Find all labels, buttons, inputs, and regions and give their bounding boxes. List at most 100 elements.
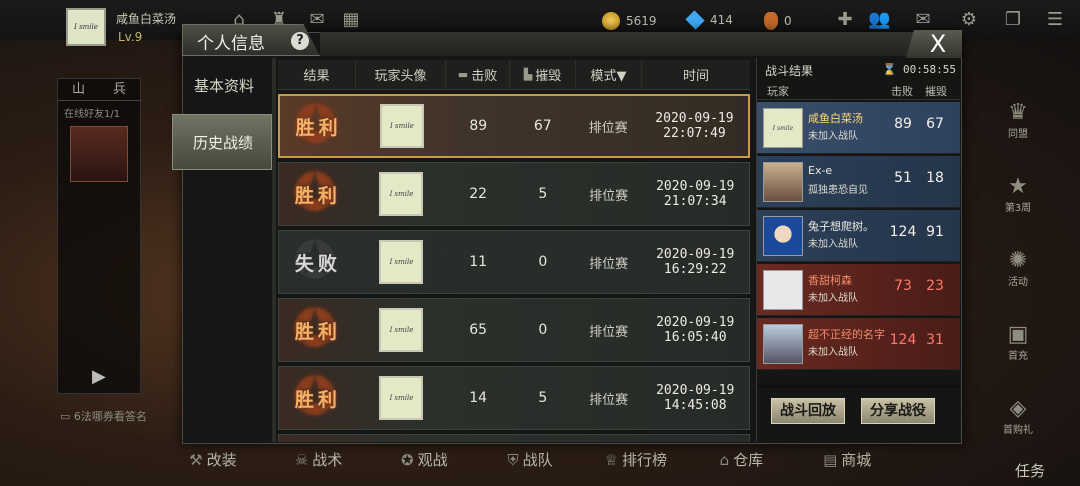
player-row[interactable]: Ex-e 孤独患恐自见 51 18	[757, 156, 960, 208]
gear-icon[interactable]: ⚙	[958, 10, 980, 30]
history-row[interactable]: ✪ 失败 I smile 11 0 排位赛 2020-09-19 16:29:22	[278, 230, 750, 294]
player-name: 咸鱼白菜汤	[808, 112, 863, 125]
result-text: 失败	[294, 252, 341, 275]
nav-label: 战术	[312, 451, 343, 469]
player-kills: 51	[894, 170, 912, 186]
share-button[interactable]: 分享战役	[861, 398, 935, 424]
history-row[interactable]: ✪ 胜利 I smile 89 67 排位赛 2020-09-19 22:07:49	[278, 94, 750, 158]
date-text: 2020-09-19	[656, 383, 735, 398]
history-row[interactable]: ✪ 胜利 I smile 22 5 排位赛 2020-09-19 21:07:34	[278, 162, 750, 226]
close-button[interactable]: X	[906, 30, 962, 58]
left-tab-2[interactable]: 兵	[99, 79, 140, 100]
destroy-value: 67	[533, 118, 552, 134]
player-team: 孤独患恐自见	[808, 185, 868, 196]
player-level: Lv.9	[118, 30, 143, 44]
date-text: 2020-09-19	[656, 315, 735, 330]
shield-icon: ⛨	[507, 451, 519, 469]
gift-icon[interactable]: ✉	[306, 10, 328, 30]
diamond-value: 414	[710, 13, 733, 27]
result-text: 胜利	[294, 320, 341, 343]
skull-icon: ☠	[294, 451, 309, 469]
history-table-header: 结果 玩家头像 ▬ 击败 ▙ 摧毁 模式▼ 时间	[278, 60, 750, 90]
kills-value: 89	[469, 118, 488, 134]
shop-icon: ▤	[823, 451, 838, 469]
chat-preview[interactable]: ▭ 6法哪券看答名	[60, 408, 147, 424]
plus-icon[interactable]: ✚	[834, 10, 856, 30]
date-text: 2020-09-19	[656, 247, 735, 262]
player-team: 未加入战队	[808, 293, 858, 304]
player-kills: 73	[894, 278, 912, 294]
nav-modify[interactable]: ⚒ 改装	[160, 442, 266, 478]
book-icon[interactable]: ❐	[1002, 10, 1024, 30]
avatar-cell: I smile	[357, 240, 447, 284]
player-name: 咸鱼白菜汤	[116, 12, 177, 26]
nav-shop[interactable]: ▤ 商城	[794, 442, 900, 478]
nav-spectate[interactable]: ✪ 观战	[371, 442, 477, 478]
col-kills-label: 击败	[471, 69, 498, 84]
player-kills: 124	[889, 332, 917, 348]
right-item-alliance[interactable]: ♛ 同盟	[968, 100, 1068, 166]
nav-label: 排行榜	[621, 451, 667, 469]
tab-basic-info[interactable]: 基本资料	[188, 58, 272, 114]
right-item-label: 第3周	[1004, 203, 1032, 214]
player-row[interactable]: I smile 咸鱼白菜汤 未加入战队 89 67	[757, 102, 960, 154]
coin-counter: 5619	[602, 12, 657, 30]
menu-icon[interactable]: ☰	[1044, 10, 1066, 30]
col-destroy: 摧毁	[925, 85, 947, 98]
player-row[interactable]: 香甜柯森 未加入战队 73 23	[757, 264, 960, 316]
time-value: 2020-09-19 14:45:08	[641, 383, 749, 413]
player-team: 未加入战队	[808, 131, 858, 142]
history-row[interactable]: ✪ 胜利 I smile 65 0 排位赛 2020-09-19 16:05:40	[278, 298, 750, 362]
task-button[interactable]: 任务	[1015, 460, 1045, 481]
hourglass-icon: ⌛	[882, 63, 897, 76]
grid-icon[interactable]: ▦	[340, 10, 362, 30]
right-item-events[interactable]: ✺ 活动	[968, 248, 1068, 314]
play-arrow-icon[interactable]: ▶	[92, 366, 106, 387]
player-kills: 124	[889, 224, 917, 240]
player-avatar-thumb: I smile	[379, 104, 424, 148]
col-player: 玩家	[767, 85, 789, 98]
col-time: 时间	[682, 69, 709, 84]
friends-icon[interactable]: 👥	[868, 10, 890, 30]
player-avatar	[763, 270, 803, 310]
right-item-gift[interactable]: ◈ 首购礼	[968, 396, 1068, 462]
nav-warehouse[interactable]: ⌂ 仓库	[689, 442, 795, 478]
time-value: 2020-09-19 22:07:49	[641, 111, 748, 141]
right-item-week[interactable]: ★ 第3周	[968, 174, 1068, 240]
medal-counter: 0	[764, 12, 792, 30]
nav-label: 仓库	[733, 451, 764, 469]
mail-icon[interactable]: ✉	[912, 10, 934, 30]
kills-value: 22	[469, 186, 488, 202]
friend-card[interactable]	[70, 126, 128, 182]
player-avatar	[763, 216, 803, 256]
nav-tactics[interactable]: ☠ 战术	[266, 442, 372, 478]
player-row[interactable]: 兔子想爬树。 未加入战队 124 91	[757, 210, 960, 262]
help-icon[interactable]: ?	[291, 32, 309, 50]
alliance-icon: ♛	[1008, 100, 1028, 125]
medal-icon	[764, 12, 778, 30]
col-destroy-label: 摧毁	[535, 69, 562, 84]
replay-button[interactable]: 战斗回放	[771, 398, 845, 424]
player-name: 香甜柯森	[808, 274, 852, 287]
battle-result-title: 战斗结果	[765, 64, 814, 78]
nav-label: 改装	[206, 451, 237, 469]
player-avatar-thumb: I smile	[379, 308, 424, 352]
avatar-cell: I smile	[357, 308, 447, 352]
left-tab-1[interactable]: 山	[58, 79, 99, 100]
history-row[interactable]: ✪ 胜利 I smile 14 5 排位赛 2020-09-19 14:45:08	[278, 366, 750, 430]
nav-team[interactable]: ⛨ 战队	[477, 442, 583, 478]
nav-ranking[interactable]: ♕ 排行榜	[583, 442, 689, 478]
right-item-firstcharge[interactable]: ▣ 首充	[968, 322, 1068, 388]
history-row-partial[interactable]	[278, 434, 750, 442]
player-row[interactable]: 超不正经的名字 未加入战队 124 31	[757, 318, 960, 370]
tab-history[interactable]: 历史战绩	[172, 114, 272, 170]
col-mode-filter[interactable]: 模式▼	[576, 60, 642, 89]
date-text: 2020-09-19	[656, 179, 735, 194]
clock-text: 16:05:40	[663, 330, 727, 345]
player-avatar	[763, 162, 803, 202]
time-value: 2020-09-19 16:29:22	[641, 247, 749, 277]
building-icon: ▙	[523, 68, 533, 81]
history-list[interactable]: ✪ 胜利 I smile 89 67 排位赛 2020-09-19 22:07:49…	[278, 94, 750, 442]
mode-value: 排位赛	[589, 392, 629, 408]
player-avatar[interactable]: I smile	[66, 8, 106, 46]
